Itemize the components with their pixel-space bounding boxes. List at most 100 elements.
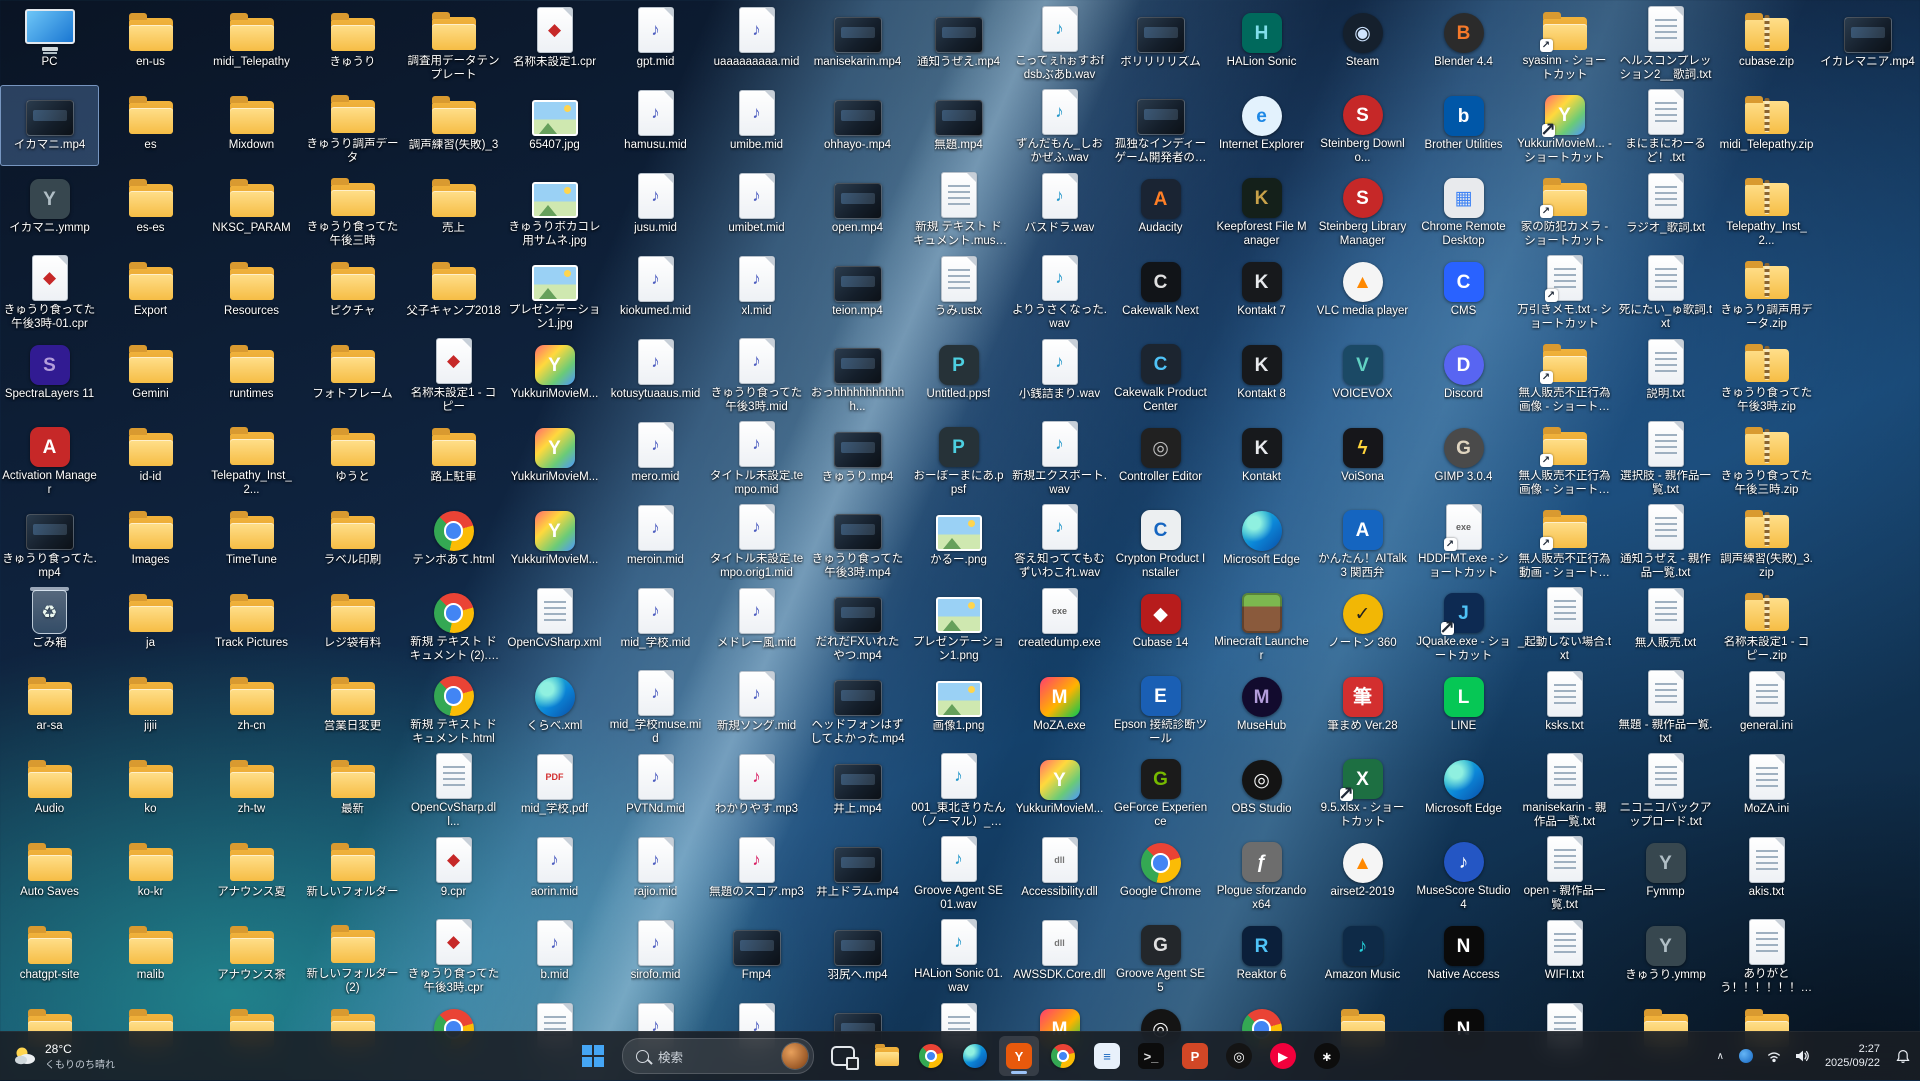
desktop-icon[interactable]: Auto Saves [0,832,99,913]
desktop-icon[interactable]: akis.txt [1717,832,1816,913]
desktop-icon[interactable]: ニコニコバックアップロード.txt [1616,749,1715,830]
desktop-icon[interactable]: YYukkuriMovieM... [505,500,604,581]
desktop-icon[interactable]: 調査用データテンプレート [404,2,503,83]
desktop-icon[interactable]: ♪hamusu.mid [606,85,705,166]
desktop-icon[interactable]: SSpectraLayers 11 [0,334,99,415]
desktop-icon[interactable]: ♪rajio.mid [606,832,705,913]
wifi-icon[interactable] [1761,1043,1788,1070]
desktop-icon[interactable]: open.mp4 [808,168,907,249]
desktop-icon[interactable]: YFymmp [1616,832,1715,913]
desktop-icon[interactable]: きゅうり.mp4 [808,417,907,498]
desktop-icon[interactable]: HHALion Sonic [1212,2,1311,83]
desktop-icon[interactable]: KKontakt [1212,417,1311,498]
desktop-icon[interactable]: VVOICEVOX [1313,334,1412,415]
taskbar-app-chrome[interactable] [911,1036,951,1076]
desktop-icon[interactable]: chatgpt-site [0,915,99,996]
desktop-icon[interactable]: ピクチャ [303,251,402,332]
desktop-icon[interactable]: CCakewalk Next [1111,251,1210,332]
desktop-icon[interactable]: PDFmid_学校.pdf [505,749,604,830]
desktop-icon[interactable]: 最新 [303,749,402,830]
desktop-icon[interactable]: ♪答え知っててもむずいわこれ.wav [1010,500,1109,581]
notification-bell-icon[interactable] [1889,1043,1916,1070]
desktop-icon[interactable]: YYukkuriMovieM... [505,417,604,498]
desktop-icon[interactable]: プレゼンテーション1.jpg [505,251,604,332]
desktop-icon[interactable]: まにまにわーるど！.txt [1616,85,1715,166]
desktop-icon[interactable]: ラジオ_歌詞.txt [1616,168,1715,249]
desktop-icon[interactable]: YYukkuriMovieM... [505,334,604,415]
desktop-icon[interactable]: zh-tw [202,749,301,830]
desktop-icon[interactable]: KKontakt 7 [1212,251,1311,332]
desktop-icon[interactable]: Google Chrome [1111,832,1210,913]
desktop-icon[interactable]: Yきゅうり.ymmp [1616,915,1715,996]
desktop-icon[interactable]: ♪b.mid [505,915,604,996]
desktop-icon[interactable]: おっhhhhhhhhhhhh... [808,334,907,415]
desktop-icon[interactable]: きゅうり調声データ [303,85,402,166]
desktop-icon[interactable]: ↗syasinn - ショートカット [1515,2,1614,83]
desktop-icon[interactable]: 説明.txt [1616,334,1715,415]
desktop-icon[interactable]: LLINE [1414,666,1513,747]
desktop-icon[interactable]: ♪小銭詰まり.wav [1010,334,1109,415]
desktop-icon[interactable]: teion.mp4 [808,251,907,332]
desktop-icon[interactable]: ♪mid_学校.mid [606,583,705,664]
desktop-icon[interactable]: きゅうり食ってた.mp4 [0,500,99,581]
desktop-icon[interactable]: 調声練習(失敗)_3.zip [1717,500,1816,581]
desktop-icon[interactable]: ♪メドレー風.mid [707,583,806,664]
tray-overflow-chevron-icon[interactable]: ∧ [1709,1045,1732,1068]
desktop-icon[interactable]: ラベル印刷 [303,500,402,581]
desktop-icon[interactable]: EEpson 接続診断ツール [1111,666,1210,747]
desktop-icon[interactable]: CCakewalk Product Center [1111,334,1210,415]
desktop-icon[interactable]: GGIMP 3.0.4 [1414,417,1513,498]
desktop-icon[interactable]: dllAWSSDK.Core.dll [1010,915,1109,996]
desktop-icon[interactable]: プレゼンテーション1.png [909,583,1008,664]
desktop-icon[interactable]: ♪MuseScore Studio 4 [1414,832,1513,913]
taskbar-app-file-explorer[interactable] [867,1036,907,1076]
desktop-icon[interactable]: Telepathy_Inst_2... [202,417,301,498]
clock[interactable]: 2:27 2025/09/22 [1817,1039,1888,1074]
desktop-icon[interactable]: ◆きゅうり食ってた午後3時.cpr [404,915,503,996]
taskbar-app-yukkuri-movie-maker[interactable]: Y [999,1036,1039,1076]
taskbar-app-edge[interactable] [955,1036,995,1076]
desktop-icon[interactable]: ◎OBS Studio [1212,749,1311,830]
desktop-icon[interactable]: ◆9.cpr [404,832,503,913]
desktop-icon[interactable]: ♪mero.mid [606,417,705,498]
desktop-icon[interactable]: 画像1.png [909,666,1008,747]
desktop-icon[interactable]: ♪よりうさくなった.wav [1010,251,1109,332]
desktop-icon[interactable]: ♪新規ソング.mid [707,666,806,747]
desktop-icon[interactable]: ♪タイトル未設定.tempo.orig1.mid [707,500,806,581]
desktop-icon[interactable]: exe↗HDDFMT.exe - ショートカット [1414,500,1513,581]
desktop-icon[interactable]: Export [101,251,200,332]
taskbar-app-obs-studio[interactable]: ◎ [1219,1036,1259,1076]
desktop-icon[interactable]: GGeForce Experience [1111,749,1210,830]
desktop-icon[interactable]: Pおーぼーまにあ.ppsf [909,417,1008,498]
desktop-icon[interactable]: きゅうりボカコレ用サムネ.jpg [505,168,604,249]
desktop-icon[interactable]: ♪001_東北きりたん（ノーマル）_今じゃ... [909,749,1008,830]
desktop-icon[interactable]: テンポあて.html [404,500,503,581]
desktop-icon[interactable]: 無題 - 親作品一覧.txt [1616,666,1715,747]
desktop-icon[interactable]: ゆうと [303,417,402,498]
desktop-icon[interactable]: ヘルスコンプレッション2__歌詞.txt [1616,2,1715,83]
desktop-icon[interactable]: zh-cn [202,666,301,747]
start-button[interactable] [573,1036,613,1076]
desktop-icon[interactable]: ♪kotusytuaaus.mid [606,334,705,415]
desktop-icon[interactable]: TimeTune [202,500,301,581]
desktop-icon[interactable]: AActivation Manager [0,417,99,498]
desktop-icon[interactable]: ♪gpt.mid [606,2,705,83]
desktop-icon[interactable]: ohhayo-.mp4 [808,85,907,166]
desktop-icon[interactable]: ◉Steam [1313,2,1412,83]
desktop-icon[interactable]: 筆筆まめ Ver.28 [1313,666,1412,747]
desktop-icon[interactable]: Yイカマニ.ymmp [0,168,99,249]
desktop-icon[interactable]: ◆名称未設定1 - コピー [404,334,503,415]
desktop-icon[interactable]: ごみ箱 [0,583,99,664]
desktop-icon[interactable]: ↗無人販売不正行為動画 - ショートカット [1515,500,1614,581]
desktop-icon[interactable]: ƒPlogue sforzando x64 [1212,832,1311,913]
desktop-icon[interactable]: ♪Amazon Music [1313,915,1412,996]
desktop-icon[interactable]: MMuseHub [1212,666,1311,747]
desktop-icon[interactable]: ♪aorin.mid [505,832,604,913]
desktop-icon[interactable]: ♪umibet.mid [707,168,806,249]
desktop-icon[interactable]: ♪バスドラ.wav [1010,168,1109,249]
desktop-icon[interactable]: es-es [101,168,200,249]
desktop-icon[interactable]: くらべ.xml [505,666,604,747]
desktop-icon[interactable]: NNative Access [1414,915,1513,996]
desktop-icon[interactable]: ▲airset2-2019 [1313,832,1412,913]
desktop-icon[interactable]: きゅうり [303,2,402,83]
